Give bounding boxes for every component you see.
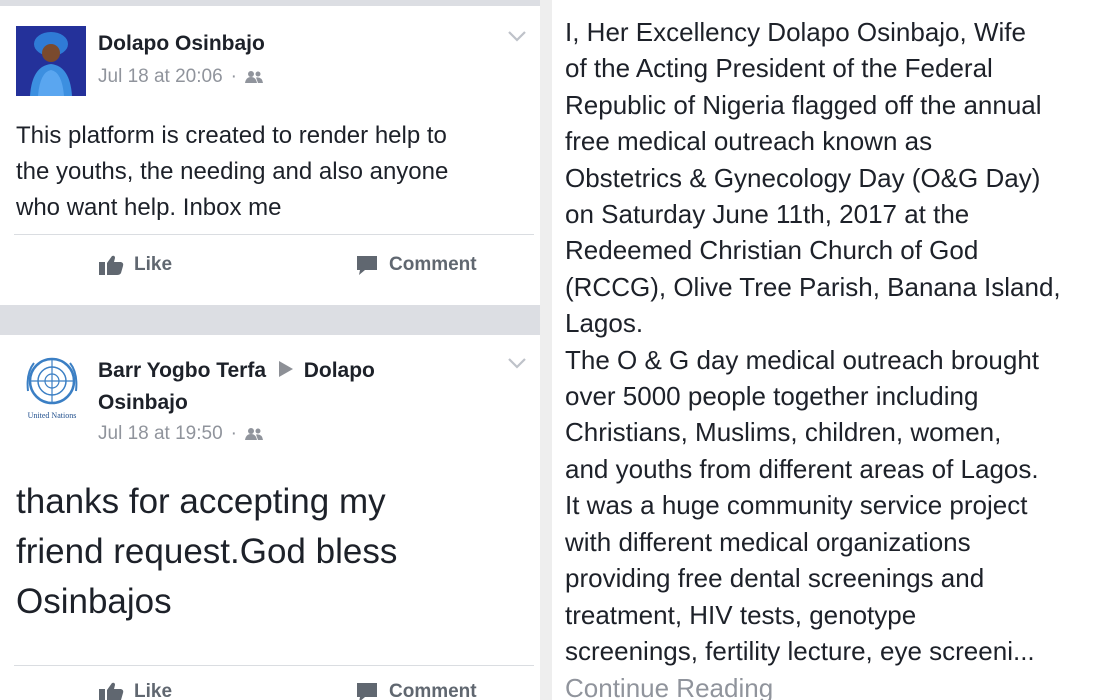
like-label: Like [134, 681, 173, 700]
post-timestamp[interactable]: Jul 18 at 20:06 [98, 66, 223, 88]
chevron-down-icon[interactable] [504, 26, 530, 46]
avatar[interactable]: United Nations [16, 353, 88, 425]
post-meta: Jul 18 at 19:50 · [98, 423, 263, 445]
facebook-feed: Dolapo Osinbajo Jul 18 at 20:06 · This p… [0, 0, 540, 700]
post-timestamp[interactable]: Jul 18 at 19:50 [98, 423, 223, 445]
thumbs-up-icon [99, 255, 124, 275]
like-button[interactable]: Like [98, 254, 172, 276]
comment-label: Comment [389, 681, 477, 700]
comment-label: Comment [389, 254, 477, 275]
comment-button[interactable]: Comment [355, 681, 477, 700]
post-message: thanks for accepting my friend request.G… [16, 482, 398, 621]
thumbs-up-icon [99, 682, 124, 700]
comment-icon [357, 683, 377, 700]
collage-divider [540, 0, 552, 700]
profile-photo-icon [16, 26, 86, 96]
triangle-right-icon [278, 361, 293, 377]
post-author-line: Barr Yogbo Terfa Dolapo Osinbajo [98, 355, 458, 419]
post-author-name[interactable]: Barr Yogbo Terfa [98, 359, 266, 382]
avatar[interactable] [16, 26, 86, 96]
feed-post: United Nations Barr Yogbo Terfa Dolapo O… [0, 335, 540, 700]
chevron-down-icon[interactable] [504, 353, 530, 373]
comment-button[interactable]: Comment [355, 254, 477, 276]
comment-icon [357, 256, 377, 275]
post-message: This platform is created to render help … [16, 122, 449, 221]
post-divider [14, 665, 534, 666]
like-button[interactable]: Like [98, 681, 172, 700]
meta-dot: · [230, 66, 237, 87]
feed-post-separator [0, 305, 540, 335]
friends-icon [244, 71, 263, 83]
continue-reading-link[interactable]: Continue Reading [565, 670, 773, 700]
article-text: I, Her Excellency Dolapo Osinbajo, Wife … [565, 17, 1061, 666]
friends-icon [244, 428, 263, 440]
like-label: Like [134, 254, 173, 275]
article-panel: I, Her Excellency Dolapo Osinbajo, Wife … [552, 0, 1120, 700]
meta-dot: · [230, 423, 237, 444]
post-author-name[interactable]: Dolapo Osinbajo [98, 28, 265, 60]
avatar-caption: United Nations [27, 411, 77, 420]
post-meta: Jul 18 at 20:06 · [98, 66, 263, 88]
post-divider [14, 234, 534, 235]
feed-post: Dolapo Osinbajo Jul 18 at 20:06 · This p… [0, 6, 540, 305]
